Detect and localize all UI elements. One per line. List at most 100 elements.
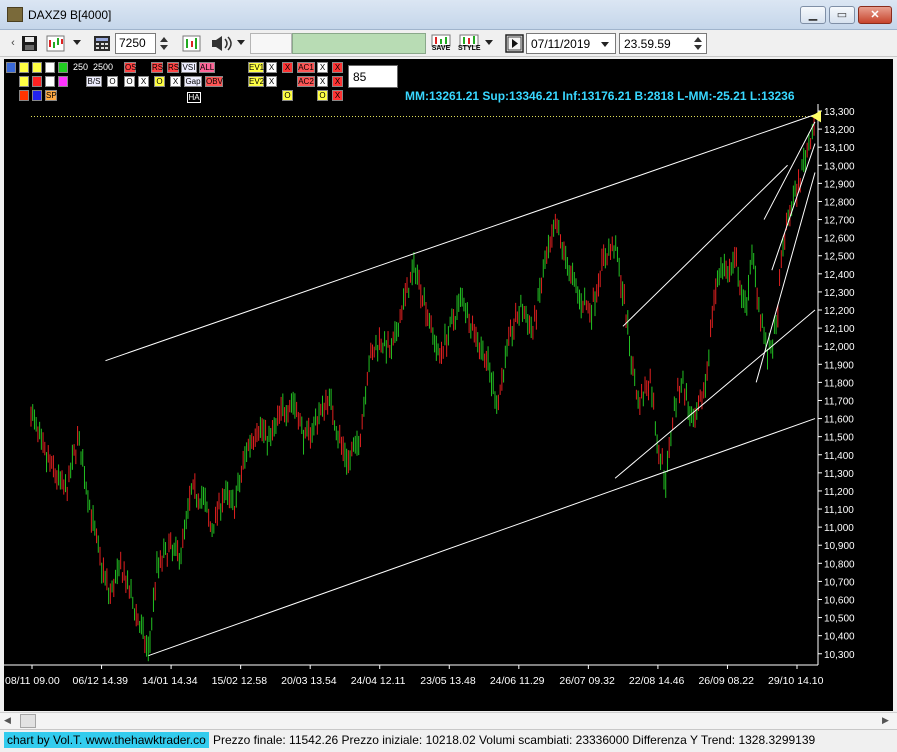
close-icon[interactable]: X <box>332 76 343 87</box>
bar-chart-icon[interactable] <box>181 33 203 54</box>
x-tick-label: 14/01 14.34 <box>142 675 198 687</box>
trend-line <box>763 121 816 220</box>
sp-button[interactable]: SP <box>45 90 57 101</box>
time-value: 23.59.59 <box>624 37 671 51</box>
scroll-thumb[interactable] <box>20 714 36 728</box>
x-tick-label: 26/09 08.22 <box>698 675 754 687</box>
y-tick-label: 11,000 <box>824 523 854 534</box>
chevron-down-icon[interactable] <box>237 40 245 45</box>
credit-link[interactable]: chart by Vol.T. www.thehawktrader.co <box>4 732 209 748</box>
date-value: 07/11/2019 <box>531 37 591 51</box>
x-button[interactable]: X <box>138 76 149 87</box>
all-button[interactable]: ALL <box>199 62 215 73</box>
y-tick-label: 10,900 <box>824 541 855 552</box>
o-button[interactable]: O <box>107 76 118 87</box>
color-red-icon[interactable] <box>19 90 29 101</box>
color-magenta-icon[interactable] <box>58 76 68 87</box>
os-button[interactable]: OS <box>124 62 137 73</box>
trend-line <box>614 309 816 479</box>
y-tick-label: 11,900 <box>824 360 854 371</box>
y-tick-label: 10,600 <box>824 595 855 606</box>
counter-a: 250 <box>73 62 89 72</box>
x-tick-label: 08/11 09.00 <box>5 675 60 687</box>
y-tick-label: 10,400 <box>824 632 855 643</box>
counter-b: 2500 <box>93 62 114 72</box>
ac1-close-button[interactable]: X <box>317 62 328 73</box>
window-title: DAXZ9 B[4000] <box>28 8 112 22</box>
y-tick-label: 12,800 <box>824 197 855 208</box>
y-tick-label: 11,400 <box>824 451 854 462</box>
trend-line <box>622 164 788 327</box>
ev1-button[interactable]: EV1 <box>248 62 264 73</box>
gap-button[interactable]: Gap <box>184 76 202 87</box>
y-tick-label: 13,000 <box>824 161 855 172</box>
o-button-5[interactable]: O <box>317 90 328 101</box>
obv-button[interactable]: OBV <box>205 76 223 87</box>
rs-button[interactable]: RS <box>151 62 163 73</box>
x-tick-label: 06/12 14.39 <box>73 675 129 687</box>
y-tick-label: 11,300 <box>824 469 854 480</box>
calculator-icon[interactable] <box>91 33 113 54</box>
time-picker[interactable]: 23.59.59 <box>619 33 707 54</box>
trend-line <box>755 172 816 383</box>
x-button-2[interactable]: X <box>170 76 181 87</box>
toolbar: ‹ 7250 SAVE STYLE 07/11/2019 23.59.59 <box>0 30 897 57</box>
ac2-close-button[interactable]: X <box>317 76 328 87</box>
rs-button-2[interactable]: RS <box>167 62 179 73</box>
close-icon[interactable]: X <box>332 62 343 73</box>
ac2-button[interactable]: AC2 <box>297 76 315 87</box>
close-icon[interactable]: X <box>282 62 293 73</box>
ev1-close-button[interactable]: X <box>266 62 277 73</box>
ha-button[interactable]: HA <box>187 92 201 103</box>
chevron-down-icon[interactable] <box>485 40 493 45</box>
param-input[interactable]: 85 <box>348 65 398 88</box>
minimize-button[interactable]: ▁ <box>800 6 826 24</box>
ac1-button[interactable]: AC1 <box>297 62 315 73</box>
y-tick-label: 11,100 <box>824 505 854 516</box>
ev2-close-button[interactable]: X <box>266 76 277 87</box>
chart-area[interactable]: 10,300 10,400 10,500 10,600 10,700 10,800 10,9… <box>4 59 893 711</box>
color-green-icon[interactable] <box>58 62 68 73</box>
speaker-icon[interactable] <box>209 33 232 54</box>
scroll-right-icon[interactable]: ▶ <box>882 715 889 726</box>
color-white-icon[interactable] <box>45 76 55 87</box>
horizontal-scrollbar[interactable]: ◀ ▶ <box>0 712 897 729</box>
close-button[interactable]: ✕ <box>858 6 892 24</box>
close-icon[interactable]: X <box>332 90 343 101</box>
x-tick-label: 15/02 12.58 <box>212 675 268 687</box>
date-picker[interactable]: 07/11/2019 <box>526 33 616 54</box>
y-tick-label: 11,500 <box>824 433 854 444</box>
color-yellow-icon[interactable] <box>19 76 29 87</box>
maximize-button[interactable]: ▭ <box>829 6 855 24</box>
ev2-button[interactable]: EV2 <box>248 76 264 87</box>
y-tick-label: 11,700 <box>824 396 854 407</box>
o-button-2[interactable]: O <box>124 76 135 87</box>
trend-line <box>105 114 816 362</box>
spin-buttons-icon[interactable] <box>159 33 181 54</box>
y-tick-label: 12,600 <box>824 234 855 245</box>
ticks-input[interactable]: 7250 <box>115 33 156 54</box>
o-button-4[interactable]: O <box>282 90 293 101</box>
play-icon[interactable] <box>504 33 526 54</box>
save-chart-button[interactable]: SAVE <box>430 33 452 54</box>
y-tick-label: 12,200 <box>824 306 855 317</box>
scroll-left-icon[interactable]: ◀ <box>4 715 11 726</box>
title-bar: DAXZ9 B[4000] ▁ ▭ ✕ <box>0 0 897 30</box>
indicator-toggle-icon[interactable] <box>6 62 16 73</box>
chevron-down-icon[interactable] <box>73 40 81 45</box>
style-button[interactable]: STYLE <box>458 33 481 54</box>
chevron-down-icon[interactable] <box>601 42 609 47</box>
chart-type-icon[interactable] <box>45 33 67 54</box>
symbol-field[interactable] <box>250 33 292 54</box>
color-blue-icon[interactable] <box>32 90 42 101</box>
o-button-3[interactable]: O <box>154 76 165 87</box>
save-disk-icon[interactable] <box>19 33 41 54</box>
bs-button[interactable]: B/S <box>86 76 102 87</box>
price-chart[interactable]: 10,300 10,400 10,500 10,600 10,700 10,800 10,9… <box>4 59 893 711</box>
color-yellow-icon[interactable] <box>19 62 29 73</box>
color-yellow-icon[interactable] <box>32 62 42 73</box>
vsi-button[interactable]: VSI <box>181 62 197 73</box>
color-red-icon[interactable] <box>32 76 42 87</box>
color-white-icon[interactable] <box>45 62 55 73</box>
trend-line <box>148 418 816 657</box>
